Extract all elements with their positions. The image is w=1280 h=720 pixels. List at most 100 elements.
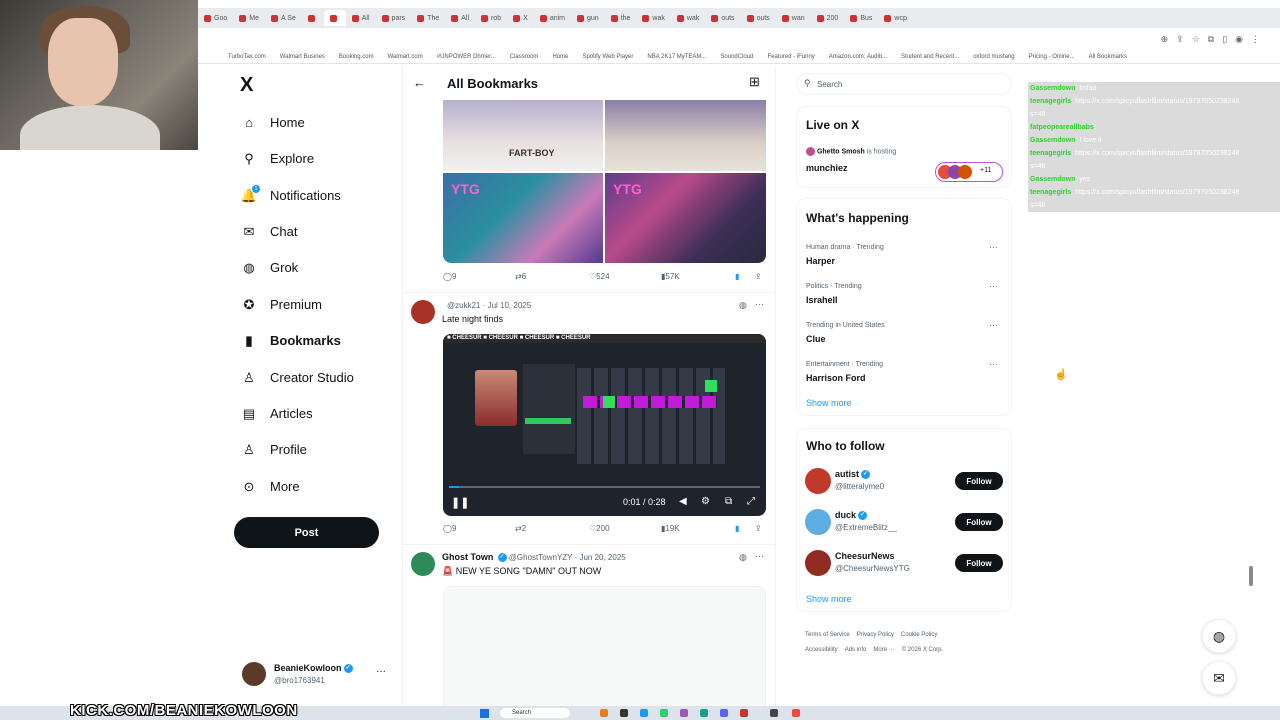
footer-link[interactable]: Accessibility <box>805 647 838 653</box>
follow-suggestion[interactable]: duck ✓ @ExtremeBlitz__ Follow <box>797 508 1011 536</box>
footer-link[interactable]: Terms of Service <box>805 632 850 638</box>
zoom-icon[interactable]: ⊕ <box>1161 34 1169 45</box>
taskbar-icon[interactable] <box>770 709 778 717</box>
taskbar-icon[interactable] <box>640 709 648 717</box>
tweet-media-grid[interactable]: FART-BOY YTG YTG <box>443 100 766 263</box>
grok-icon[interactable]: ◍ <box>739 552 747 563</box>
browser-tab[interactable]: wak <box>636 10 670 26</box>
x-logo[interactable]: X <box>240 74 253 97</box>
bookmark-bar-item[interactable]: SoundCloud <box>720 54 753 60</box>
video-progress-track[interactable] <box>449 486 760 488</box>
trend-more-icon[interactable]: ··· <box>989 281 998 291</box>
fullscreen-icon[interactable]: ⤢ <box>747 496 755 507</box>
tweet-more-icon[interactable]: ··· <box>755 299 764 309</box>
trend-item[interactable]: Politics · Trending Israhell ··· <box>797 281 1011 313</box>
browser-tab[interactable] <box>323 10 346 26</box>
bookmark-bar-item[interactable]: #UNPOWER Dhmer... <box>437 54 496 60</box>
tweet-2-video[interactable]: ■ CHEESUR ■ CHEESUR ■ CHEESUR ■ CHEESUR … <box>443 334 766 516</box>
share-icon[interactable]: ⇪ <box>755 272 762 281</box>
media-image-2[interactable] <box>605 100 766 171</box>
browser-tab[interactable]: 200 <box>811 10 845 26</box>
start-icon[interactable] <box>480 709 489 718</box>
bookmark-bar-item[interactable]: Student and Recent... <box>901 54 959 60</box>
nav-item-grok[interactable]: ◍ Grok <box>242 260 298 276</box>
live-listeners[interactable]: +11 <box>935 162 1003 182</box>
tweet-2-avatar[interactable] <box>411 300 435 324</box>
media-image-3[interactable]: YTG <box>443 173 603 263</box>
bookmark-bar-item[interactable]: TurboTax.com <box>228 54 266 60</box>
browser-tab[interactable]: rob <box>475 10 507 26</box>
grok-float-icon[interactable]: ◍ <box>1202 619 1236 653</box>
bookmark-bar-item[interactable]: Classroom <box>510 54 539 60</box>
browser-tab[interactable]: All <box>445 10 475 26</box>
bookmark-bar-item[interactable]: Amazon.com: Audib... <box>829 54 887 60</box>
bookmark-bar-item[interactable]: oxford mustang <box>973 54 1014 60</box>
footer-link[interactable]: Cookie Policy <box>901 632 937 638</box>
follow-button[interactable]: Follow <box>955 513 1003 531</box>
pip-icon[interactable]: ⧉ <box>725 496 732 507</box>
bookmark-bar-item[interactable]: Walmart.com <box>388 54 423 60</box>
nav-item-premium[interactable]: ✪ Premium <box>242 297 322 313</box>
taskbar-icon[interactable] <box>792 709 800 717</box>
bookmark-bar-item[interactable]: Pricing - Online... <box>1029 54 1075 60</box>
repost-button[interactable]: ⇄ 2 <box>515 524 526 533</box>
footer-link[interactable]: Privacy Policy <box>857 632 894 638</box>
nav-item-more[interactable]: ⊙ More <box>242 479 300 495</box>
grok-icon[interactable]: ◍ <box>739 300 747 311</box>
taskbar-icon[interactable] <box>700 709 708 717</box>
post-button[interactable]: Post <box>234 517 379 548</box>
taskbar-icon[interactable] <box>740 709 748 717</box>
volume-icon[interactable]: ◀ <box>679 496 687 507</box>
reply-button[interactable]: ◯ 9 <box>443 524 456 533</box>
views-button[interactable]: ▮ 19K <box>661 524 680 533</box>
browser-tab[interactable]: X <box>507 10 534 26</box>
bookmark-bar-item[interactable]: NBA 2K17 MyTEAM... <box>647 54 706 60</box>
taskbar-search[interactable]: Search <box>500 708 570 718</box>
trend-more-icon[interactable]: ··· <box>989 320 998 330</box>
follow-button[interactable]: Follow <box>955 554 1003 572</box>
tweet-more-icon[interactable]: ··· <box>755 551 764 561</box>
share-icon[interactable]: ⇪ <box>755 524 762 533</box>
tweet-3-header[interactable]: Ghost Town ✓ @GhostTownYZY · Jun 20, 202… <box>442 552 626 563</box>
star-icon[interactable]: ☆ <box>1192 34 1200 45</box>
nav-item-chat[interactable]: ✉ Chat <box>242 224 298 240</box>
trends-show-more-link[interactable]: Show more <box>806 398 852 408</box>
browser-tab[interactable]: wak <box>671 10 705 26</box>
browser-tab[interactable]: gun <box>571 10 605 26</box>
page-scrollbar[interactable] <box>1249 566 1253 586</box>
nav-item-articles[interactable]: ▤ Articles <box>242 406 313 422</box>
like-button[interactable]: ♡ 524 <box>589 272 610 281</box>
bookmark-bar-item[interactable]: Featured - iFunny <box>767 54 814 60</box>
bookmark-filled-icon[interactable]: ▮ <box>735 524 739 533</box>
live-show-name[interactable]: munchiez <box>806 163 848 173</box>
browser-tab[interactable]: pars <box>376 10 412 26</box>
nav-item-home[interactable]: ⌂ Home <box>242 115 305 130</box>
account-switcher[interactable]: BeanieKowloon ✓ @bro1763941 ··· <box>242 662 392 688</box>
taskbar-icon[interactable] <box>720 709 728 717</box>
live-host[interactable]: Ghetto Smosh is hosting <box>806 147 896 156</box>
extensions-icon[interactable]: ⧉ <box>1208 34 1214 45</box>
pause-icon[interactable]: ❚❚ <box>451 496 469 509</box>
browser-tab[interactable]: Goo <box>198 10 233 26</box>
browser-tab[interactable]: wan <box>776 10 811 26</box>
footer-link[interactable]: Ads info <box>845 647 867 653</box>
trend-item[interactable]: Trending in United States Clue ··· <box>797 320 1011 352</box>
trend-item[interactable]: Human drama · Trending Harper ··· <box>797 242 1011 274</box>
repost-button[interactable]: ⇄ 6 <box>515 272 526 281</box>
bookmark-bar-item[interactable]: Booking.com <box>339 54 374 60</box>
tweet-2-handle[interactable]: @zukk21 · Jul 10, 2025 <box>447 301 531 310</box>
bookmark-filled-icon[interactable]: ▮ <box>735 272 739 281</box>
media-image-1[interactable]: FART-BOY <box>443 100 603 171</box>
browser-tab[interactable]: All <box>346 10 376 26</box>
settings-icon[interactable]: ⚙ <box>701 496 710 507</box>
nav-item-notifications[interactable]: 🔔 1 Notifications <box>241 184 341 203</box>
account-more-icon[interactable]: ··· <box>376 666 386 677</box>
browser-tab[interactable]: anim <box>534 10 571 26</box>
browser-tab[interactable]: the <box>605 10 637 26</box>
follow-button[interactable]: Follow <box>955 472 1003 490</box>
follow-suggestion[interactable]: autist ✓ @litteralyme0 Follow <box>797 467 1011 495</box>
browser-tab[interactable]: The <box>411 10 445 26</box>
browser-tab[interactable] <box>302 10 324 26</box>
back-arrow-icon[interactable]: ← <box>413 75 426 90</box>
bookmark-bar-item[interactable]: Home <box>552 54 568 60</box>
